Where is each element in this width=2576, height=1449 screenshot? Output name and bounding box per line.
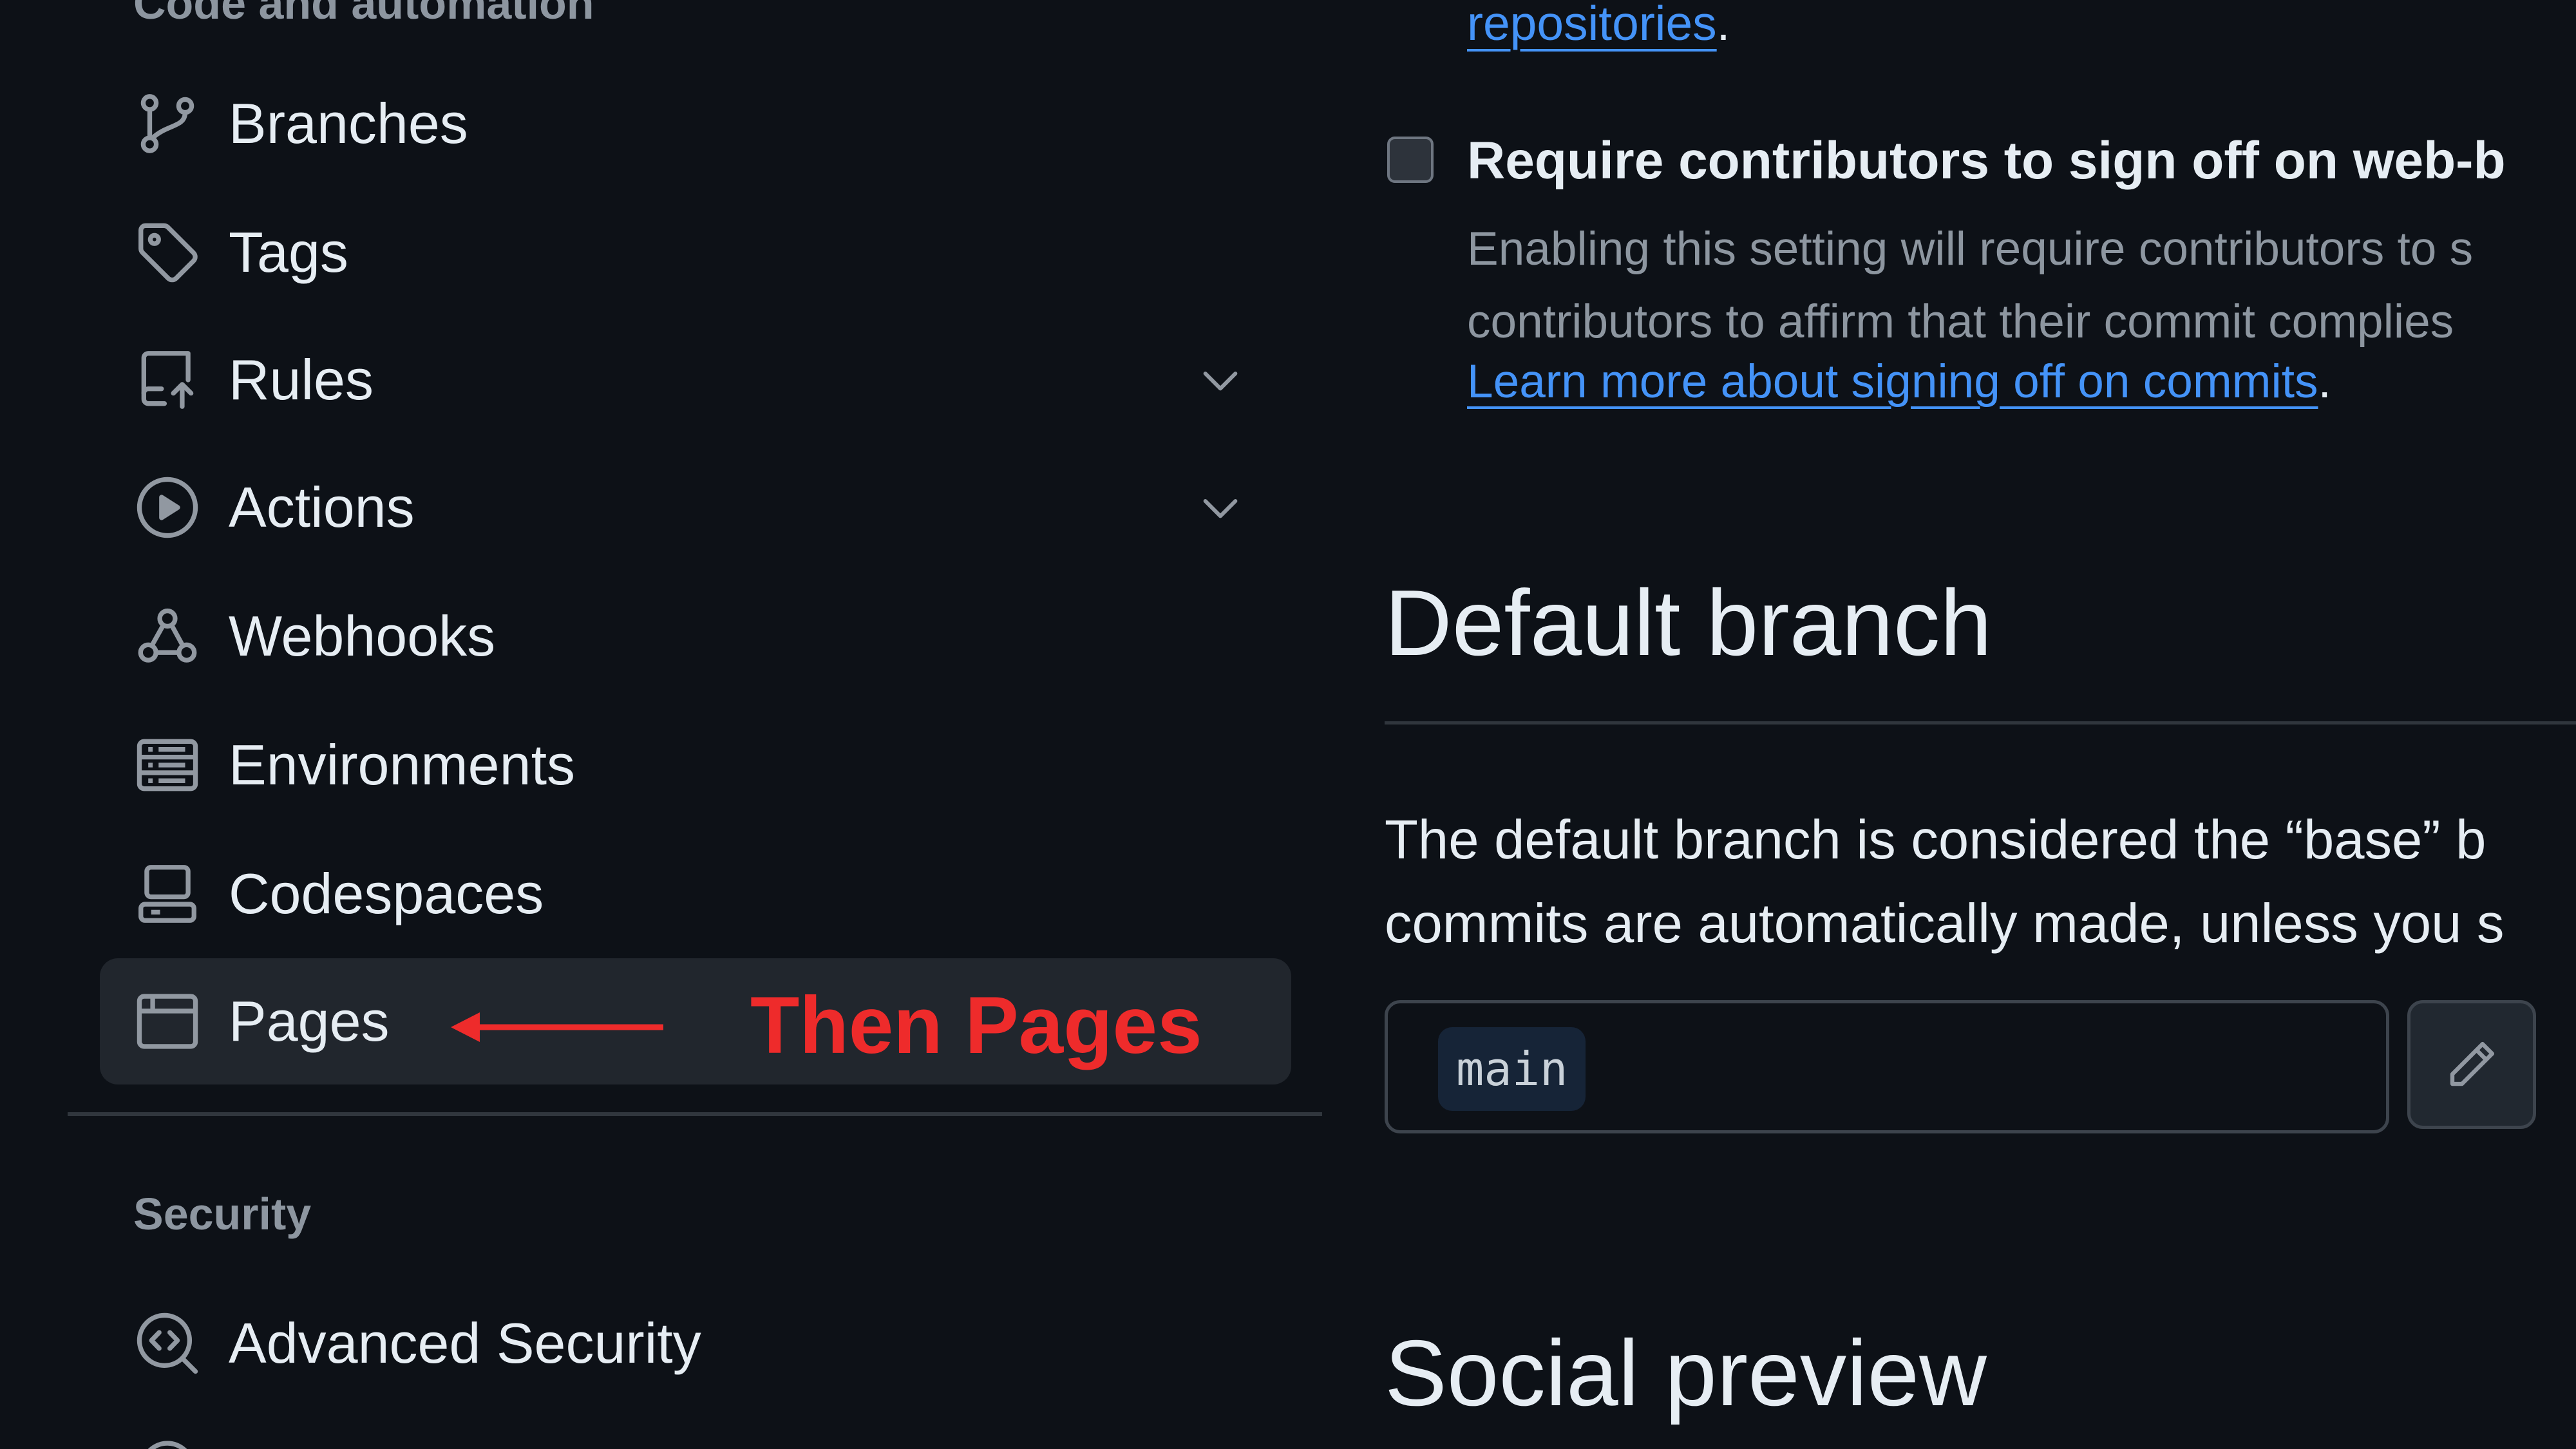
default-branch-heading: Default branch <box>1385 571 1993 675</box>
sidebar-item-webhooks[interactable]: Webhooks <box>100 573 1291 699</box>
sidebar-item-label: Branches <box>229 91 468 155</box>
settings-main: repositories. Require contributors to si… <box>1385 0 2576 1449</box>
codespaces-icon <box>132 858 203 929</box>
signoff-description: Enabling this setting will require contr… <box>1467 213 2473 358</box>
default-branch-desc-line: commits are automatically made, unless y… <box>1385 893 2505 954</box>
partial-next-item-icon <box>132 1433 203 1449</box>
default-branch-description: The default branch is considered the “ba… <box>1385 799 2504 966</box>
section-heading-security: Security <box>133 1189 312 1239</box>
settings-page: Code and automation Branches Tags Rules … <box>0 0 2576 1449</box>
signoff-checkbox[interactable] <box>1387 137 1434 183</box>
sidebar-item-label: Pages <box>229 989 390 1053</box>
pencil-icon <box>2450 1041 2495 1086</box>
social-preview-heading: Social preview <box>1385 1321 1987 1425</box>
signoff-desc-line: contributors to affirm that their commit… <box>1467 296 2454 348</box>
play-icon <box>132 472 203 543</box>
sidebar-item-actions[interactable]: Actions <box>100 444 1291 571</box>
signoff-learn-more-line: Learn more about signing off on commits. <box>1467 355 2331 408</box>
repo-push-icon <box>132 345 203 415</box>
sidebar-item-label: Rules <box>229 348 374 412</box>
sidebar-item-label: Actions <box>229 475 415 539</box>
learn-more-signoff-link[interactable]: Learn more about signing off on commits <box>1467 355 2318 408</box>
webhook-icon <box>132 601 203 672</box>
edit-default-branch-button[interactable] <box>2407 1000 2536 1129</box>
server-icon <box>132 730 203 800</box>
sidebar-item-branches[interactable]: Branches <box>100 61 1291 187</box>
section-divider <box>1385 721 2576 724</box>
branch-name-pill: main <box>1438 1027 1586 1111</box>
signoff-title: Require contributors to sign off on web-… <box>1467 131 2506 190</box>
sidebar-item-label: Webhooks <box>229 604 496 668</box>
punctuation: . <box>2318 355 2331 408</box>
annotation-arrow-icon <box>444 1005 670 1050</box>
sidebar-divider <box>68 1112 1322 1116</box>
tag-icon <box>132 217 203 288</box>
sidebar-item-rules[interactable]: Rules <box>100 317 1291 443</box>
sidebar-item-label: Tags <box>229 220 348 284</box>
signoff-desc-line: Enabling this setting will require contr… <box>1467 223 2474 275</box>
chevron-down-icon[interactable] <box>1195 354 1246 406</box>
git-branch-icon <box>132 88 203 159</box>
browser-icon <box>132 986 203 1057</box>
default-branch-field: main <box>1385 1000 2389 1133</box>
sidebar-item-codespaces[interactable]: Codespaces <box>100 831 1291 957</box>
repositories-link-line: repositories. <box>1467 0 1730 50</box>
settings-sidebar: Code and automation Branches Tags Rules … <box>0 0 1323 1449</box>
annotation-label: Then Pages <box>750 981 1202 1070</box>
sidebar-item-environments[interactable]: Environments <box>100 702 1291 828</box>
sidebar-item-label: Advanced Security <box>229 1311 701 1375</box>
default-branch-desc-line: The default branch is considered the “ba… <box>1385 810 2486 871</box>
chevron-down-icon[interactable] <box>1195 482 1246 533</box>
sidebar-item-advanced-security[interactable]: Advanced Security <box>100 1280 1291 1406</box>
sidebar-item-tags[interactable]: Tags <box>100 189 1291 316</box>
sidebar-item-label: Environments <box>229 733 576 797</box>
repositories-link[interactable]: repositories <box>1467 0 1717 50</box>
section-heading-code-automation: Code and automation <box>133 0 594 28</box>
codescan-icon <box>132 1308 203 1379</box>
sidebar-item-label: Codespaces <box>229 862 544 925</box>
punctuation: . <box>1716 0 1730 50</box>
